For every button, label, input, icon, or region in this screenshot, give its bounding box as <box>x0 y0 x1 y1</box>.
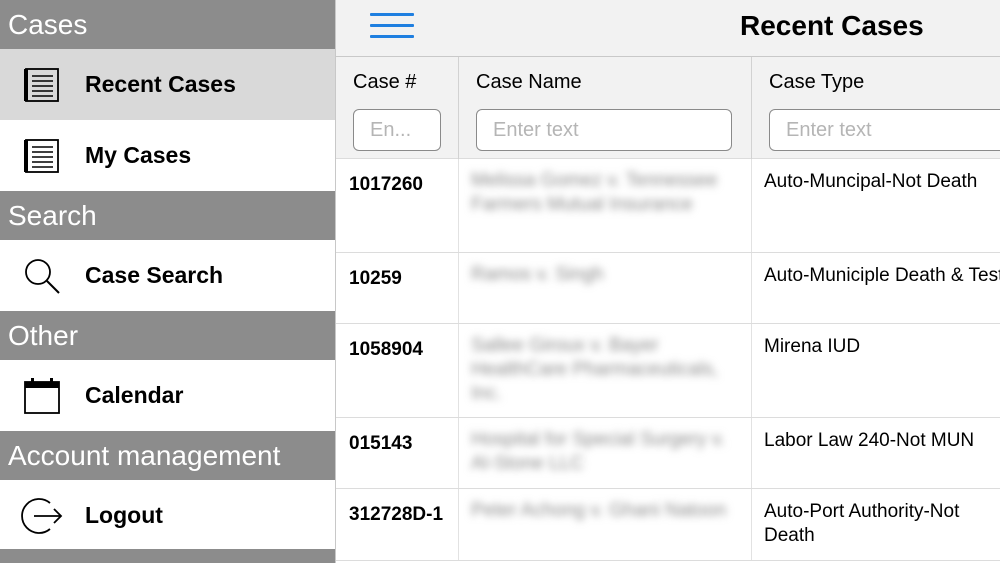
table-row[interactable]: 312728D-1 Peter Achong v. Ghani Natoon A… <box>336 489 1000 561</box>
logout-icon <box>20 494 64 538</box>
case-name: Ramos v. Singh <box>471 264 604 285</box>
case-number: 015143 <box>349 433 413 454</box>
case-number-cell: 1017260 <box>336 159 459 252</box>
column-header-case-name: Case Name <box>459 57 752 159</box>
navigation-bar: Recent Cases <box>336 0 1000 57</box>
case-name-cell: Ramos v. Singh <box>459 253 752 323</box>
column-header-case-type: Case Type <box>752 57 1000 159</box>
case-type: Auto-Municiple Death & Test <box>764 265 1000 286</box>
case-type-cell: Auto-Muncipal-Not Death <box>752 159 1000 252</box>
case-number: 10259 <box>349 268 402 289</box>
sidebar-item-my-cases[interactable]: My Cases <box>0 120 335 191</box>
sidebar-item-case-search[interactable]: Case Search <box>0 240 335 311</box>
table-header: Case # Case Name Case Type <box>336 57 1000 159</box>
case-number-cell: 015143 <box>336 418 459 488</box>
page-title: Recent Cases <box>740 10 924 41</box>
case-type: Mirena IUD <box>764 336 861 357</box>
case-name-cell: Peter Achong v. Ghani Natoon <box>459 489 752 560</box>
sidebar-item-label: Recent Cases <box>85 71 236 97</box>
sidebar-item-label: Calendar <box>85 382 184 408</box>
case-name: Hospital for Special Surgery v. Al-Stone… <box>471 429 726 474</box>
section-header-search: Search <box>0 191 335 240</box>
section-header-account-management: Account management <box>0 431 335 480</box>
case-name-cell: Hospital for Special Surgery v. Al-Stone… <box>459 418 752 488</box>
table-row[interactable]: 015143 Hospital for Special Surgery v. A… <box>336 418 1000 489</box>
sidebar-item-label: My Cases <box>85 142 192 168</box>
case-number: 1017260 <box>349 174 423 195</box>
case-name: Sallee Giroux v. Bayer HealthCare Pharma… <box>471 335 719 404</box>
section-header-cases: Cases <box>0 0 335 49</box>
column-label: Case # <box>353 71 417 93</box>
case-name-cell: Melissa Gomez v. Tennessee Farmers Mutua… <box>459 159 752 252</box>
hamburger-menu-icon[interactable] <box>370 13 414 41</box>
sidebar-footer-bar <box>0 549 335 563</box>
case-type: Auto-Port Authority-Not Death <box>764 501 960 546</box>
list-document-icon <box>20 63 64 107</box>
case-number-cell: 1058904 <box>336 324 459 417</box>
table-row[interactable]: 1058904 Sallee Giroux v. Bayer HealthCar… <box>336 324 1000 418</box>
case-type-cell: Mirena IUD <box>752 324 1000 417</box>
case-number-cell: 312728D-1 <box>336 489 459 560</box>
case-type-filter-input[interactable] <box>769 109 1000 151</box>
case-number-cell: 10259 <box>336 253 459 323</box>
sidebar-item-calendar[interactable]: Calendar <box>0 360 335 431</box>
column-label: Case Type <box>769 71 865 93</box>
case-type-cell: Auto-Port Authority-Not Death <box>752 489 1000 560</box>
case-name: Peter Achong v. Ghani Natoon <box>471 500 727 521</box>
calendar-icon <box>20 374 64 418</box>
case-number: 1058904 <box>349 339 423 360</box>
case-type-cell: Labor Law 240-Not MUN <box>752 418 1000 488</box>
sidebar-item-label: Case Search <box>85 262 224 288</box>
case-number: 312728D-1 <box>349 504 444 525</box>
sidebar-item-label: Logout <box>85 502 163 528</box>
column-label: Case Name <box>476 71 582 93</box>
case-type-cell: Auto-Municiple Death & Test <box>752 253 1000 323</box>
column-header-case-number: Case # <box>336 57 459 159</box>
table-row[interactable]: 1017260 Melissa Gomez v. Tennessee Farme… <box>336 159 1000 253</box>
case-name: Melissa Gomez v. Tennessee Farmers Mutua… <box>471 170 718 215</box>
case-type: Labor Law 240-Not MUN <box>764 430 975 451</box>
case-name-cell: Sallee Giroux v. Bayer HealthCare Pharma… <box>459 324 752 417</box>
sidebar-item-recent-cases[interactable]: Recent Cases <box>0 49 335 120</box>
case-name-filter-input[interactable] <box>476 109 732 151</box>
search-icon <box>20 254 64 298</box>
section-header-other: Other <box>0 311 335 360</box>
list-document-icon <box>20 134 64 178</box>
case-type: Auto-Muncipal-Not Death <box>764 171 978 192</box>
main-panel: Recent Cases Case # Case Name Case Type … <box>335 0 1000 563</box>
case-number-filter-input[interactable] <box>353 109 441 151</box>
sidebar-item-logout[interactable]: Logout <box>0 480 335 551</box>
table-row[interactable]: 10259 Ramos v. Singh Auto-Municiple Deat… <box>336 253 1000 324</box>
sidebar: Cases Recent Cases My Cases Search Case … <box>0 0 335 563</box>
